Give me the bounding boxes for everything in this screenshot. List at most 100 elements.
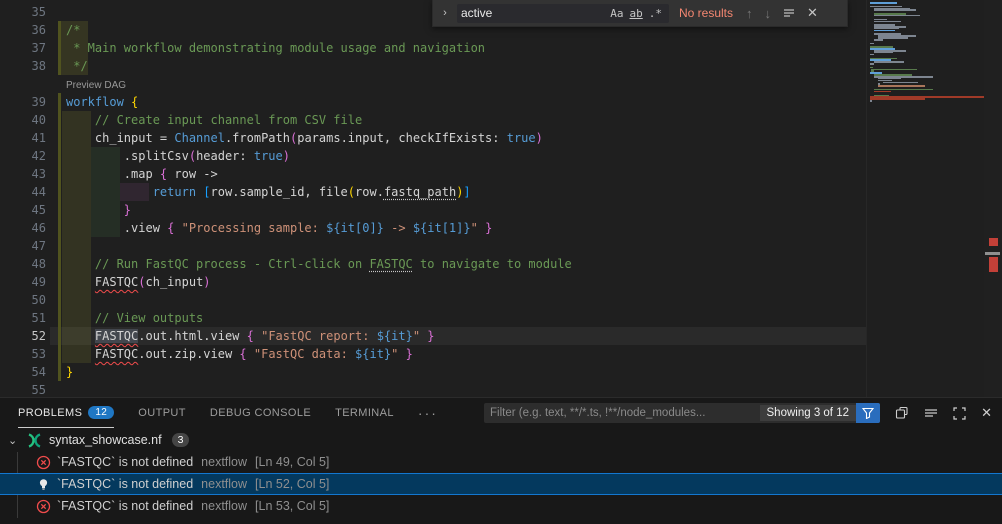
file-problem-count-badge: 3 [172,433,190,447]
line-number: 48 [0,255,46,273]
toggle-replace-icon[interactable]: › [439,7,451,19]
code-token: return [153,185,204,199]
code-line-37[interactable]: 37 * Main workflow demonstrating module … [0,39,866,57]
tab-debug-console[interactable]: DEBUG CONSOLE [210,398,311,428]
line-number: 47 [0,237,46,255]
close-find-icon[interactable]: ✕ [804,5,821,21]
codelens-preview-dag[interactable]: Preview DAG [66,75,126,94]
code-token: " [413,329,427,343]
problem-row[interactable]: `FASTQC` is not definednextflow[Ln 49, C… [0,451,1002,473]
problems-file-name: syntax_showcase.nf [49,433,162,447]
code-line-47[interactable]: 47 [0,237,866,255]
code-line-45[interactable]: 45 } [0,201,866,219]
line-number: 37 [0,39,46,57]
vscode-window: 3536/*37 * Main workflow demonstrating m… [0,0,1002,524]
code-line-55[interactable]: 55 [0,381,866,397]
find-next-icon[interactable]: ↓ [762,6,775,21]
problems-filter-input[interactable]: Filter (e.g. text, **/*.ts, !**/node_mod… [484,403,880,423]
code-token: header: [196,149,254,163]
code-token: { [131,95,138,109]
find-input[interactable]: active Aa ab .* [457,4,669,23]
code-token: " [471,221,485,235]
code-line-53[interactable]: 53 FASTQC.out.zip.view { "FastQC data: $… [0,345,866,363]
view-as-table-icon[interactable] [924,406,938,420]
code-text: .map { row -> [66,165,218,183]
code-token: workflow [66,95,124,109]
match-case-icon[interactable]: Aa [607,7,626,20]
whole-word-icon[interactable]: ab [627,7,646,20]
code-token: ( [348,185,355,199]
code-line-40[interactable]: 40 // Create input channel from CSV file [0,111,866,129]
git-gutter-indicator [58,93,61,111]
find-query[interactable]: active [461,6,607,20]
line-number: 50 [0,291,46,309]
code-token: .fromPath [225,131,290,145]
code-line-42[interactable]: 42 .splitCsv(header: true) [0,147,866,165]
chevron-down-icon[interactable]: ⌄ [8,434,26,447]
code-token: row.sample_id, file [211,185,348,199]
code-line-38[interactable]: 38 */ [0,57,866,75]
code-editor[interactable]: 3536/*37 * Main workflow demonstrating m… [0,0,1002,397]
problem-message: `FASTQC` is not defined [57,477,193,491]
code-text: } [66,363,73,381]
git-gutter-indicator [58,39,61,57]
line-number: 55 [0,381,46,397]
close-panel-icon[interactable]: ✕ [981,405,992,421]
overview-ruler[interactable] [984,0,1002,397]
code-token: ${it[1]} [413,221,471,235]
regex-icon[interactable]: .* [646,7,665,20]
indent-guide-band [62,237,91,255]
minimap-line [874,30,895,32]
code-token: /* [66,23,80,37]
tab-output[interactable]: OUTPUT [138,398,186,428]
problems-count-badge: 12 [88,406,114,419]
code-line-50[interactable]: 50 [0,291,866,309]
minimap[interactable] [866,0,984,397]
git-gutter-indicator [58,255,61,273]
maximize-panel-icon[interactable] [953,407,966,420]
code-token: row -> [167,167,218,181]
code-line-54[interactable]: 54} [0,363,866,381]
find-previous-icon[interactable]: ↑ [743,6,756,21]
code-token: ) [203,275,210,289]
problems-file-row[interactable]: ⌄ syntax_showcase.nf 3 [0,429,1002,451]
ruler-error-mark [989,238,998,246]
git-gutter-indicator [58,291,61,309]
code-line-43[interactable]: 43 .map { row -> [0,165,866,183]
problem-row[interactable]: `FASTQC` is not definednextflow[Ln 53, C… [0,495,1002,517]
code-line-48[interactable]: 48 // Run FastQC process - Ctrl-click on… [0,255,866,273]
code-line-44[interactable]: 44 return [row.sample_id, file(row.fastq… [0,183,866,201]
code-token: " [391,347,405,361]
code-token: "Processing sample: [174,221,326,235]
problem-row[interactable]: `FASTQC` is not definednextflow[Ln 52, C… [0,473,1002,495]
code-text: .splitCsv(header: true) [66,147,290,165]
tab-terminal[interactable]: TERMINAL [335,398,394,428]
more-tabs-icon[interactable]: ··· [418,398,438,428]
code-line-41[interactable]: 41 ch_input = Channel.fromPath(params.in… [0,129,866,147]
code-token: -> [384,221,413,235]
views-icon[interactable] [895,406,909,420]
line-number: 39 [0,93,46,111]
find-in-selection-icon[interactable] [780,7,798,19]
tab-problems[interactable]: PROBLEMS 12 [18,398,114,428]
problem-location: [Ln 53, Col 5] [255,499,329,513]
code-line-39[interactable]: 39 workflow { [0,93,866,111]
code-lines[interactable]: 3536/*37 * Main workflow demonstrating m… [0,0,1002,397]
code-token: .out.html.view [138,329,246,343]
ruler-cursor-mark [985,252,1000,255]
code-line-52[interactable]: 52 FASTQC.out.html.view { "FastQC report… [0,327,866,345]
find-results-label: No results [675,6,737,20]
git-gutter-indicator [58,201,61,219]
code-line-46[interactable]: 46 .view { "Processing sample: ${it[0]} … [0,219,866,237]
filter-funnel-icon[interactable] [856,403,880,423]
line-number: 45 [0,201,46,219]
code-token: } [406,347,413,361]
code-token: "FastQC data: [247,347,355,361]
code-text: ch_input = Channel.fromPath(params.input… [66,129,543,147]
filter-result-badge: Showing 3 of 12 [760,405,856,421]
problem-source: nextflow [201,499,247,513]
bottom-panel: PROBLEMS 12 OUTPUT DEBUG CONSOLE TERMINA… [0,397,1002,524]
code-line-51[interactable]: 51 // View outputs [0,309,866,327]
code-line-49[interactable]: 49 FASTQC(ch_input) [0,273,866,291]
minimap-line [870,2,897,4]
